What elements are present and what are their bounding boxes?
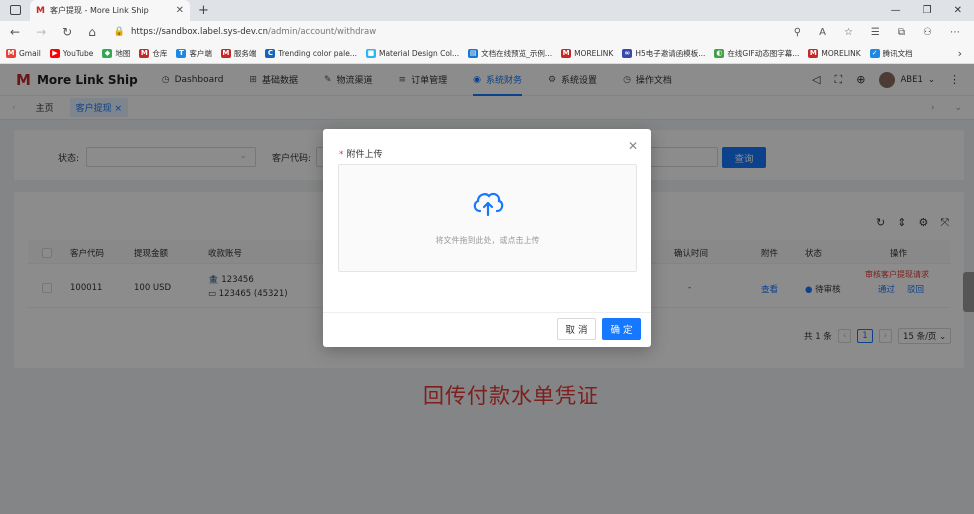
cancel-button[interactable]: 取 消 (557, 318, 596, 340)
bookmark-item[interactable]: M 仓库 (139, 48, 167, 59)
browser-tab[interactable]: M 客户提现 - More Link Ship ✕ (30, 0, 190, 21)
upload-field-label-text: 附件上传 (346, 150, 383, 160)
bookmark-item[interactable]: ✓ 腾讯文档 (869, 48, 913, 59)
close-tab-icon[interactable]: ✕ (176, 5, 184, 16)
bookmarks-bar: M Gmail ▶ YouTube ◆ 地图 M 仓库 T 客户端 M 服务端 C Trending co… (0, 43, 974, 64)
bookmark-favicon-icon: M (6, 48, 16, 58)
upload-dropzone[interactable]: 将文件拖到此处，或点击上传 (338, 164, 637, 272)
favorite-star-icon[interactable]: ☆ (844, 27, 853, 38)
close-icon[interactable]: ✕ (628, 139, 638, 153)
bookmark-label: 仓库 (152, 48, 168, 58)
url-path: /admin/account/withdraw (267, 27, 377, 37)
bookmark-favicon-icon: T (176, 48, 187, 58)
bookmark-favicon-icon: ■ (365, 48, 376, 58)
bookmark-item[interactable]: ◆ 地图 (102, 48, 130, 59)
url-host: https://sandbox.label.sys-dev.cn (131, 27, 268, 37)
upload-dialog: ✕ * 附件上传 将文件拖到此处，或点击上传 取 消 确 定 (323, 129, 651, 347)
bookmark-item[interactable]: M MORELINK (808, 48, 861, 58)
upload-hint: 将文件拖到此处，或点击上传 (435, 236, 540, 245)
cloud-upload-icon (473, 192, 504, 217)
bookmark-item[interactable]: C Trending color pale... (265, 48, 357, 58)
collections-icon[interactable]: ⧉ (898, 27, 905, 38)
upload-field-label: * 附件上传 (339, 147, 383, 160)
minimize-icon[interactable]: — (891, 5, 901, 16)
address-bar: ← → ↻ ⌂ 🔒 https://sandbox.label.sys-dev.… (0, 21, 974, 43)
bookmark-label: MORELINK (821, 48, 861, 58)
bookmark-item[interactable]: T 客户端 (176, 48, 212, 59)
bookmark-favicon-icon: M (220, 48, 231, 58)
bookmark-favicon-icon: ✓ (869, 48, 880, 58)
bookmark-favicon-icon: M (139, 48, 150, 58)
bookmark-item[interactable]: ∞ H5电子邀请函模板... (622, 48, 705, 59)
refresh-icon[interactable]: ↻ (62, 25, 72, 39)
bookmark-item[interactable]: M MORELINK (561, 48, 614, 58)
bookmark-item[interactable]: ▤ 文档在线预览_示例... (468, 48, 552, 59)
home-icon[interactable]: ⌂ (88, 25, 96, 39)
new-tab-button[interactable]: + (198, 3, 209, 18)
bookmark-favicon-icon: ▤ (468, 48, 479, 58)
profile-icon[interactable]: ⚇ (923, 27, 932, 38)
bookmark-label: 客户端 (189, 48, 212, 58)
bookmark-favicon-icon: M (561, 48, 572, 58)
bookmark-label: Material Design Col... (378, 48, 460, 58)
browser-tab-bar: M 客户提现 - More Link Ship ✕ + — ❐ ✕ (0, 0, 974, 21)
required-mark: * (339, 150, 344, 160)
tab-title: 客户提现 - More Link Ship (49, 6, 149, 15)
bookmark-label: Trending color pale... (278, 48, 357, 58)
read-aloud-icon[interactable]: A (819, 27, 826, 38)
lock-icon[interactable]: 🔒 (114, 27, 125, 37)
confirm-button[interactable]: 确 定 (602, 318, 641, 340)
bookmark-label: 服务端 (233, 48, 257, 58)
back-icon[interactable]: ← (10, 25, 20, 39)
bookmark-label: 在线GIF动态图字幕... (727, 48, 800, 58)
search-icon[interactable]: ⚲ (794, 27, 801, 38)
bookmark-favicon-icon: M (808, 48, 819, 58)
favicon-icon: M (36, 5, 45, 16)
url-field[interactable]: https://sandbox.label.sys-dev.cn/admin/a… (131, 27, 376, 37)
bookmark-favicon-icon: ◆ (102, 48, 113, 58)
bookmark-item[interactable]: ■ Material Design Col... (365, 48, 460, 58)
tab-actions-icon[interactable] (10, 5, 21, 15)
bookmark-label: Gmail (19, 48, 41, 58)
bookmarks-overflow-icon[interactable]: › (958, 47, 974, 60)
bookmark-item[interactable]: ◐ 在线GIF动态图字幕... (714, 48, 799, 59)
bookmark-favicon-icon: ◐ (714, 48, 725, 58)
more-icon[interactable]: ⋯ (950, 27, 960, 38)
bookmark-item[interactable]: M Gmail (6, 48, 41, 58)
bookmark-favicon-icon: ∞ (622, 48, 633, 58)
bookmark-label: MORELINK (574, 48, 614, 58)
bookmark-item[interactable]: M 服务端 (220, 48, 257, 59)
bookmark-label: 文档在线预览_示例... (481, 48, 553, 58)
favorites-icon[interactable]: ☰ (871, 27, 880, 38)
bookmark-label: H5电子邀请函模板... (635, 48, 706, 58)
restore-icon[interactable]: ❐ (923, 5, 932, 16)
forward-icon[interactable]: → (36, 25, 46, 39)
side-handle[interactable] (963, 272, 974, 312)
bookmark-favicon-icon: ▶ (49, 48, 60, 58)
close-window-icon[interactable]: ✕ (954, 5, 962, 16)
divider (323, 312, 651, 313)
bookmark-item[interactable]: ▶ YouTube (49, 48, 94, 58)
bookmark-label: 腾讯文档 (882, 48, 913, 58)
bookmark-label: 地图 (115, 48, 131, 58)
bookmark-label: YouTube (62, 48, 94, 58)
bookmark-favicon-icon: C (265, 48, 276, 58)
